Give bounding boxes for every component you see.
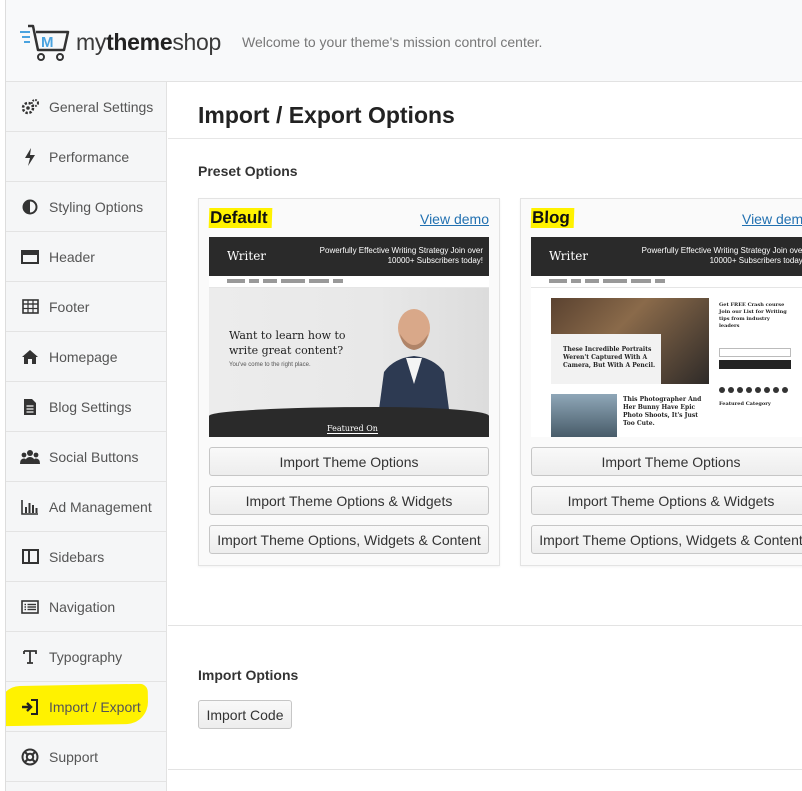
sidebar-item-navigation[interactable]: Navigation [6,582,166,632]
card-header: Default View demo [208,207,489,231]
sidebar-item-styling-options[interactable]: Styling Options [6,182,166,232]
thumb-featured: Featured On [327,424,378,434]
sidebar-item-label: Homepage [49,348,118,365]
sidebar-item-import-export[interactable]: Import / Export [6,682,166,732]
preset-name: Default [208,208,272,228]
thumb-nav [209,276,489,288]
thumb-brand: Writer [227,249,267,263]
thumb-sidebar: Get FREE Crash course Join our List for … [719,302,791,408]
sidebar-item-typography[interactable]: Typography [6,632,166,682]
contrast-icon [20,197,40,217]
import-theme-options-widgets-content-button[interactable]: Import Theme Options, Widgets & Content [531,525,802,554]
logo: M mythemeshop [20,22,221,62]
post-title: These Incredible Portraits Weren't Captu… [563,346,656,369]
header-icon [20,247,40,267]
users-icon [20,447,40,467]
sidebar-item-label: General Settings [49,98,154,115]
thumb-hero: Want to learn how to write great content… [209,288,489,437]
side-category: Featured Category [719,401,771,407]
sidebar-item-blog-settings[interactable]: Blog Settings [6,382,166,432]
sidebar-item-social-buttons[interactable]: Social Buttons [6,432,166,482]
app-frame: M mythemeshop Welcome to your theme's mi… [5,0,802,791]
divider [168,138,802,139]
thumb-headline: Want to learn how to write great content… [229,329,346,357]
view-demo-link[interactable]: View demo [420,211,489,227]
import-theme-options-widgets-content-button[interactable]: Import Theme Options, Widgets & Content [209,525,489,554]
preset-thumbnail[interactable]: Writer Powerfully Effective Writing Stra… [531,237,802,437]
sidebar-item-label: Footer [49,298,90,315]
sidebar-item-performance[interactable]: Performance [6,132,166,182]
card-header: Blog View demo [530,207,802,231]
home-icon [20,347,40,367]
thumb-header: Writer Powerfully Effective Writing Stra… [209,237,489,276]
person-photo [378,309,450,417]
sidebar-item-label: Performance [49,148,130,165]
sidebar-item-label: Blog Settings [49,398,132,415]
thumb-header: Writer Powerfully Effective Writing Stra… [531,237,802,276]
list-icon [20,597,40,617]
gears-icon [20,97,40,117]
life-ring-icon [20,747,40,767]
columns-icon [20,547,40,567]
sidebar-item-label: Typography [49,648,123,665]
view-demo-link[interactable]: View demo [742,211,802,227]
thumb-nav [531,276,802,288]
preset-card-default: Default View demo Writer Powerfully Effe… [198,198,500,566]
sidebar-item-ad-management[interactable]: Ad Management [6,482,166,532]
preset-options-label: Preset Options [198,163,298,179]
sidebar-item-label: Support [49,748,99,765]
svg-text:M: M [41,34,54,51]
import-theme-options-widgets-button[interactable]: Import Theme Options & Widgets [531,486,802,515]
post-image [551,298,709,384]
document-icon [20,397,40,417]
sidebar-item-label: Navigation [49,598,116,615]
thumb-promo: Powerfully Effective Writing Strategy Jo… [319,246,483,265]
preset-name: Blog [530,208,575,228]
tagline: Welcome to your theme's mission control … [242,34,543,50]
thumb-promo: Powerfully Effective Writing Strategy Jo… [641,246,802,265]
sidebar-item-label: Ad Management [49,498,152,515]
sidebar-item-general-settings[interactable]: General Settings [6,82,166,132]
sidebar-item-label: Social Buttons [49,448,139,465]
sidebar: General Settings Performance Styling Opt… [6,82,167,791]
sidebar-item-header[interactable]: Header [6,232,166,282]
import-theme-options-button[interactable]: Import Theme Options [531,447,802,476]
divider [168,625,802,626]
divider [168,769,802,770]
preset-card-blog: Blog View demo Writer Powerfully Effecti… [520,198,802,566]
text-icon [20,647,40,667]
page-title: Import / Export Options [198,102,455,128]
sidebar-item-label: Import / Export [49,698,141,715]
import-theme-options-button[interactable]: Import Theme Options [209,447,489,476]
import-theme-options-widgets-button[interactable]: Import Theme Options & Widgets [209,486,489,515]
thumb-brand: Writer [549,249,589,263]
main-panel: Import / Export Options Preset Options D… [168,82,802,791]
bolt-icon [20,147,40,167]
logo-text: mythemeshop [76,28,221,55]
thumb-blog-body: These Incredible Portraits Weren't Captu… [531,288,802,437]
sidebar-item-sidebars[interactable]: Sidebars [6,532,166,582]
bar-chart-icon [20,497,40,517]
side-title: Get FREE Crash course Join our List for … [719,302,787,329]
sidebar-item-label: Styling Options [49,198,144,215]
sign-in-icon [20,697,40,717]
sidebar-item-label: Header [49,248,95,265]
sidebar-item-support[interactable]: Support [6,732,166,782]
import-code-button[interactable]: Import Code [198,700,292,729]
import-options-label: Import Options [198,667,299,683]
post-image [551,394,617,437]
thumb-subline: You've come to the right place. [229,362,311,368]
table-icon [20,297,40,317]
sidebar-item-footer[interactable]: Footer [6,282,166,332]
sidebar-item-label: Sidebars [49,548,105,565]
sidebar-item-homepage[interactable]: Homepage [6,332,166,382]
post-title: This Photographer And Her Bunny Have Epi… [623,396,702,427]
top-bar: M mythemeshop Welcome to your theme's mi… [6,0,802,82]
cart-logo-icon: M [20,24,70,61]
preset-thumbnail[interactable]: Writer Powerfully Effective Writing Stra… [209,237,489,437]
